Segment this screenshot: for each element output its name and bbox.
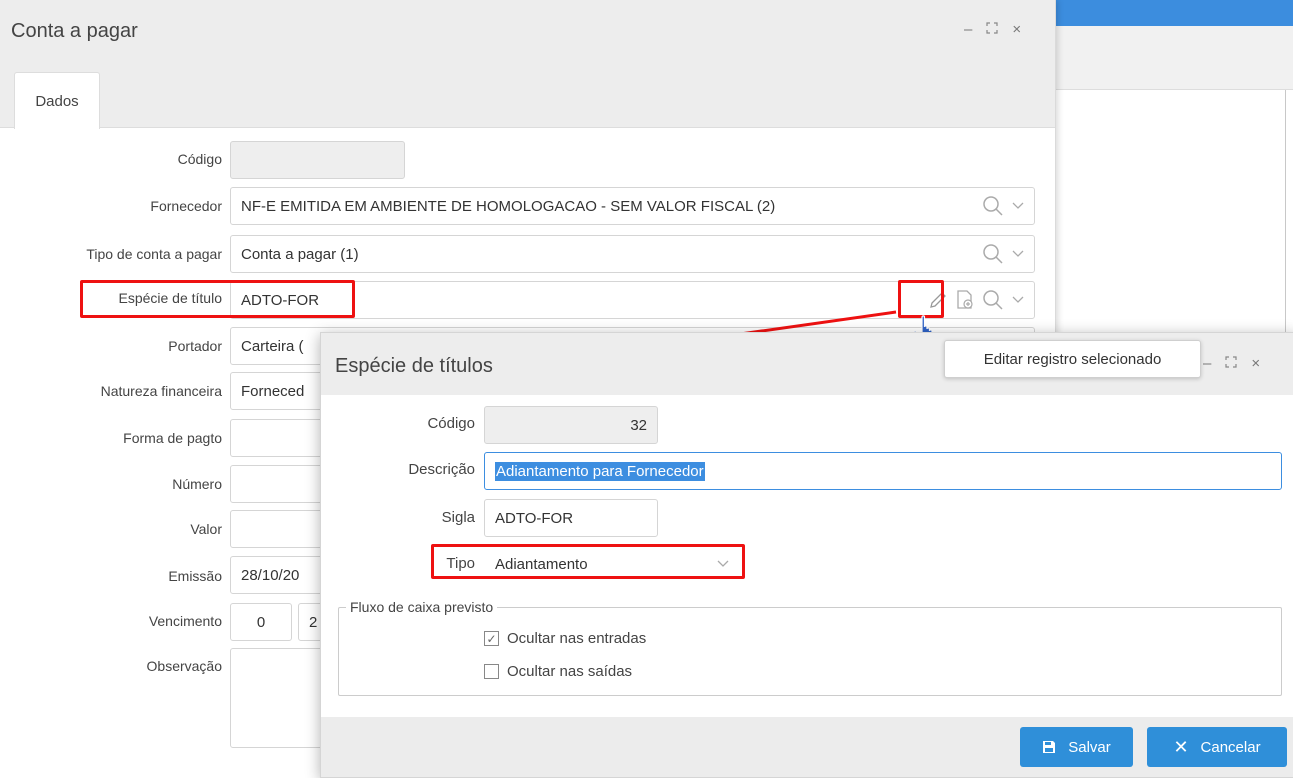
fornecedor-select[interactable]: NF-E EMITIDA EM AMBIENTE DE HOMOLOGACAO … (230, 187, 1035, 225)
tab-bar: Dados (0, 64, 1055, 129)
observacao-label: Observação (146, 658, 222, 674)
save-label: Salvar (1068, 738, 1111, 756)
especie-titulos-dialog: Espécie de títulos – × Código 32 Descriç… (320, 332, 1293, 778)
tipo-conta-label: Tipo de conta a pagar (86, 246, 222, 262)
cancel-button[interactable]: ✕ Cancelar (1147, 727, 1287, 767)
chevron-down-icon[interactable] (1012, 296, 1024, 304)
add-document-icon[interactable] (956, 290, 974, 310)
tipo-conta-value: Conta a pagar (1) (241, 245, 359, 263)
vencimento-label: Vencimento (148, 613, 222, 629)
cancel-label: Cancelar (1200, 738, 1261, 756)
portador-label: Portador (168, 338, 222, 354)
chevron-down-icon[interactable] (1012, 250, 1024, 258)
ocultar-entradas-checkbox[interactable]: ✓ Ocultar nas entradas (484, 630, 646, 647)
ocultar-saidas-label: Ocultar nas saídas (507, 663, 633, 680)
sigla-label: Sigla (441, 509, 475, 526)
tab-dados[interactable]: Dados (14, 72, 100, 129)
window-header: Conta a pagar – × (0, 0, 1055, 64)
minimize-icon[interactable]: – (1203, 355, 1211, 373)
search-icon[interactable] (982, 289, 1004, 311)
minimize-icon[interactable]: – (964, 21, 972, 39)
search-icon[interactable] (982, 243, 1004, 265)
especie-highlight (80, 280, 355, 318)
dialog-controls: – × (1203, 355, 1260, 373)
close-icon[interactable]: × (1251, 355, 1260, 373)
fluxo-caixa-fieldset: Fluxo de caixa previsto ✓ Ocultar nas en… (338, 599, 1282, 696)
window-controls: – × (964, 21, 1021, 39)
descricao-label: Descrição (408, 461, 475, 478)
tipo-conta-select[interactable]: Conta a pagar (1) (230, 235, 1035, 273)
natureza-label: Natureza financeira (100, 383, 222, 399)
search-icon[interactable] (982, 195, 1004, 217)
fornecedor-value: NF-E EMITIDA EM AMBIENTE DE HOMOLOGACAO … (241, 197, 776, 215)
checkbox-checked-icon[interactable]: ✓ (484, 631, 499, 646)
descricao-input[interactable]: Adiantamento para Fornecedor (484, 452, 1282, 490)
descricao-value: Adiantamento para Fornecedor (495, 461, 705, 481)
codigo-label: Código (177, 151, 222, 167)
sigla-input[interactable]: ADTO-FOR (484, 499, 658, 537)
background-toolbar (1055, 26, 1293, 90)
valor-label: Valor (190, 521, 222, 537)
background-topbar (1055, 0, 1293, 26)
emissao-label: Emissão (168, 568, 222, 584)
close-icon: ✕ (1173, 736, 1189, 757)
dialog-codigo-field: 32 (484, 406, 658, 444)
tipo-highlight (431, 544, 745, 579)
numero-label: Número (172, 476, 222, 492)
vencimento-days-value: 0 (256, 613, 266, 631)
edit-button-highlight (898, 280, 944, 318)
dialog-codigo-label: Código (427, 415, 475, 432)
sigla-value: ADTO-FOR (495, 509, 574, 527)
save-button[interactable]: Salvar (1020, 727, 1133, 767)
dialog-codigo-value: 32 (630, 416, 647, 434)
maximize-icon[interactable] (1225, 355, 1237, 373)
checkbox-unchecked-icon[interactable] (484, 664, 499, 679)
forma-pagto-label: Forma de pagto (123, 430, 222, 446)
dialog-title: Espécie de títulos (335, 355, 493, 377)
fornecedor-label: Fornecedor (150, 198, 222, 214)
ocultar-entradas-label: Ocultar nas entradas (507, 630, 647, 647)
vencimento-days-input[interactable]: 0 (230, 603, 292, 641)
window-title: Conta a pagar (11, 20, 138, 42)
ocultar-saidas-checkbox[interactable]: Ocultar nas saídas (484, 663, 632, 680)
codigo-field (230, 141, 405, 179)
close-icon[interactable]: × (1012, 21, 1021, 39)
chevron-down-icon[interactable] (1012, 202, 1024, 210)
floppy-disk-icon (1042, 740, 1056, 754)
dialog-footer: Salvar ✕ Cancelar (321, 717, 1293, 777)
edit-tooltip: Editar registro selecionado (944, 340, 1201, 378)
fluxo-caixa-legend: Fluxo de caixa previsto (346, 599, 498, 615)
maximize-icon[interactable] (986, 21, 998, 39)
